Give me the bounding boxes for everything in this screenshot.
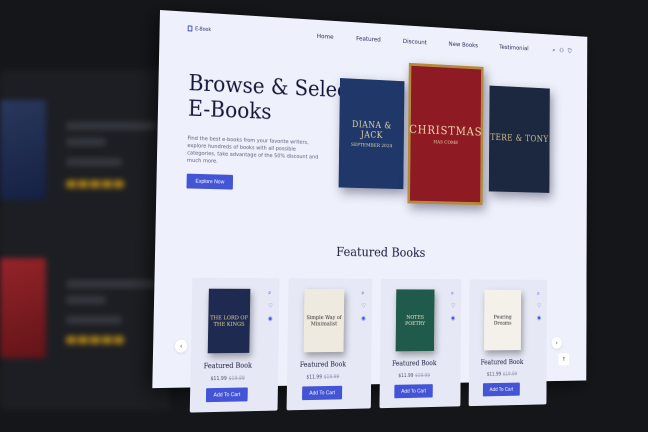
book-cover-title: NOTES POETRY	[405, 314, 426, 327]
book-cover[interactable]: THE LORD OF THE KINGS	[207, 288, 251, 354]
cart-icon[interactable]: ⛉	[568, 47, 572, 54]
heart-icon[interactable]: ♡	[268, 302, 273, 309]
current-price: $11.99	[398, 373, 414, 379]
eye-icon[interactable]: ◉	[537, 314, 541, 320]
background-text-line	[66, 280, 156, 288]
chevron-right-icon[interactable]: ›	[551, 336, 562, 349]
add-to-cart-button[interactable]: Add To Cart	[302, 385, 343, 401]
book-cover-title: THE LORD OF THE KINGS	[210, 314, 249, 328]
explore-now-button[interactable]: Explore Now	[186, 173, 234, 190]
featured-books-title: Featured Books	[336, 244, 426, 261]
add-to-cart-button[interactable]: Add To Cart	[482, 382, 520, 397]
book-icon	[187, 25, 193, 32]
logo[interactable]: E-Book	[187, 25, 212, 33]
add-to-cart-button[interactable]: Add To Cart	[394, 384, 433, 399]
heart-icon[interactable]: ♡	[537, 302, 541, 308]
card-actions: ⌕ ♡ ◉	[361, 289, 366, 321]
book-card: THE LORD OF THE KINGS ⌕ ♡ ◉ Featured Boo…	[189, 277, 280, 413]
search-icon[interactable]: ⌕	[451, 290, 456, 297]
book-name: Featured Book	[480, 358, 524, 367]
nav-icons: ⌕ ⚇ ⛉	[552, 47, 571, 55]
old-price: $19.99	[323, 374, 340, 380]
heart-icon[interactable]: ♡	[361, 302, 366, 309]
search-icon[interactable]: ⌕	[361, 289, 366, 296]
card-actions: ⌕ ♡ ◉	[537, 290, 541, 321]
book-cover[interactable]: Pouring Dreams	[484, 289, 522, 351]
hero-book-cover: TERE & TONY	[488, 85, 550, 193]
book-name: Featured Book	[299, 360, 347, 369]
current-price: $11.99	[210, 375, 227, 382]
cover-title: TERE & TONY	[490, 132, 549, 145]
book-cover-title: Simple Way of Minimalist	[306, 314, 342, 327]
background-book-cover	[0, 100, 46, 200]
old-price: $19.99	[228, 375, 245, 382]
old-price: $19.99	[502, 371, 518, 377]
chevron-left-icon[interactable]: ‹	[174, 339, 188, 353]
search-icon[interactable]: ⌕	[552, 47, 555, 54]
eye-icon[interactable]: ◉	[361, 315, 366, 322]
current-price: $11.99	[486, 371, 502, 378]
book-name: Featured Book	[203, 361, 252, 371]
cover-subtitle: HAS COME	[433, 139, 459, 146]
background-rating-stars	[66, 180, 124, 188]
nav-discount[interactable]: Discount	[403, 38, 427, 46]
nav-featured[interactable]: Featured	[356, 35, 381, 43]
background-text-line	[66, 138, 106, 146]
book-price: $11.99 $19.99	[287, 374, 358, 380]
hero-title: Browse & Select E-Books	[187, 70, 356, 125]
book-card: NOTES POETRY ⌕ ♡ ◉ Featured Book $11.99 $…	[379, 278, 462, 409]
user-icon[interactable]: ⚇	[559, 47, 564, 54]
card-actions: ⌕ ♡ ◉	[268, 289, 273, 322]
book-card: Simple Way of Minimalist ⌕ ♡ ◉ Featured …	[286, 278, 373, 411]
background-text-line	[66, 316, 122, 324]
cover-title: DIANA & JACK	[351, 119, 392, 141]
nav-links: Home Featured Discount New Books Testimo…	[317, 32, 529, 51]
book-cover[interactable]: Simple Way of Minimalist	[303, 289, 345, 353]
eye-icon[interactable]: ◉	[268, 315, 273, 322]
hero-book-cover: CHRISTMAS HAS COME	[407, 62, 484, 206]
book-price: $11.99 $19.99	[380, 373, 448, 379]
book-cover-title: Pouring Dreams	[493, 313, 512, 327]
nav-new-books[interactable]: New Books	[449, 40, 479, 49]
eye-icon[interactable]: ◉	[451, 314, 456, 321]
hero-book-cover: DIANA & JACK SEPTEMBER 2024	[338, 78, 405, 190]
background-text-line	[66, 122, 156, 130]
heart-icon[interactable]: ♡	[451, 302, 456, 309]
background-rating-stars	[66, 336, 124, 344]
search-icon[interactable]: ⌕	[537, 290, 541, 297]
book-name: Featured Book	[391, 359, 437, 368]
cover-subtitle: SEPTEMBER 2024	[350, 141, 393, 149]
old-price: $19.99	[415, 372, 430, 379]
search-icon[interactable]: ⌕	[268, 289, 273, 296]
book-card: Pouring Dreams ⌕ ♡ ◉ Featured Book $11.9…	[468, 279, 547, 407]
background-text-line	[66, 296, 106, 304]
book-price: $11.99 $19.99	[190, 375, 264, 382]
cover-title: CHRISTMAS	[409, 122, 483, 139]
nav-testimonial[interactable]: Testimonial	[499, 43, 529, 52]
background-book-cover	[0, 258, 46, 358]
hero-description: Find the best e-books from your favorite…	[186, 134, 319, 165]
logo-text: E-Book	[195, 26, 212, 33]
current-price: $11.99	[306, 374, 323, 381]
book-price: $11.99 $19.99	[469, 371, 535, 377]
background-text-line	[66, 158, 122, 166]
arrow-up-icon[interactable]: ↑	[558, 353, 569, 366]
nav-home[interactable]: Home	[317, 32, 334, 40]
add-to-cart-button[interactable]: Add To Cart	[205, 387, 248, 403]
book-cover[interactable]: NOTES POETRY	[395, 289, 435, 352]
website-screen: E-Book Home Featured Discount New Books …	[152, 10, 588, 413]
card-actions: ⌕ ♡ ◉	[451, 290, 456, 322]
